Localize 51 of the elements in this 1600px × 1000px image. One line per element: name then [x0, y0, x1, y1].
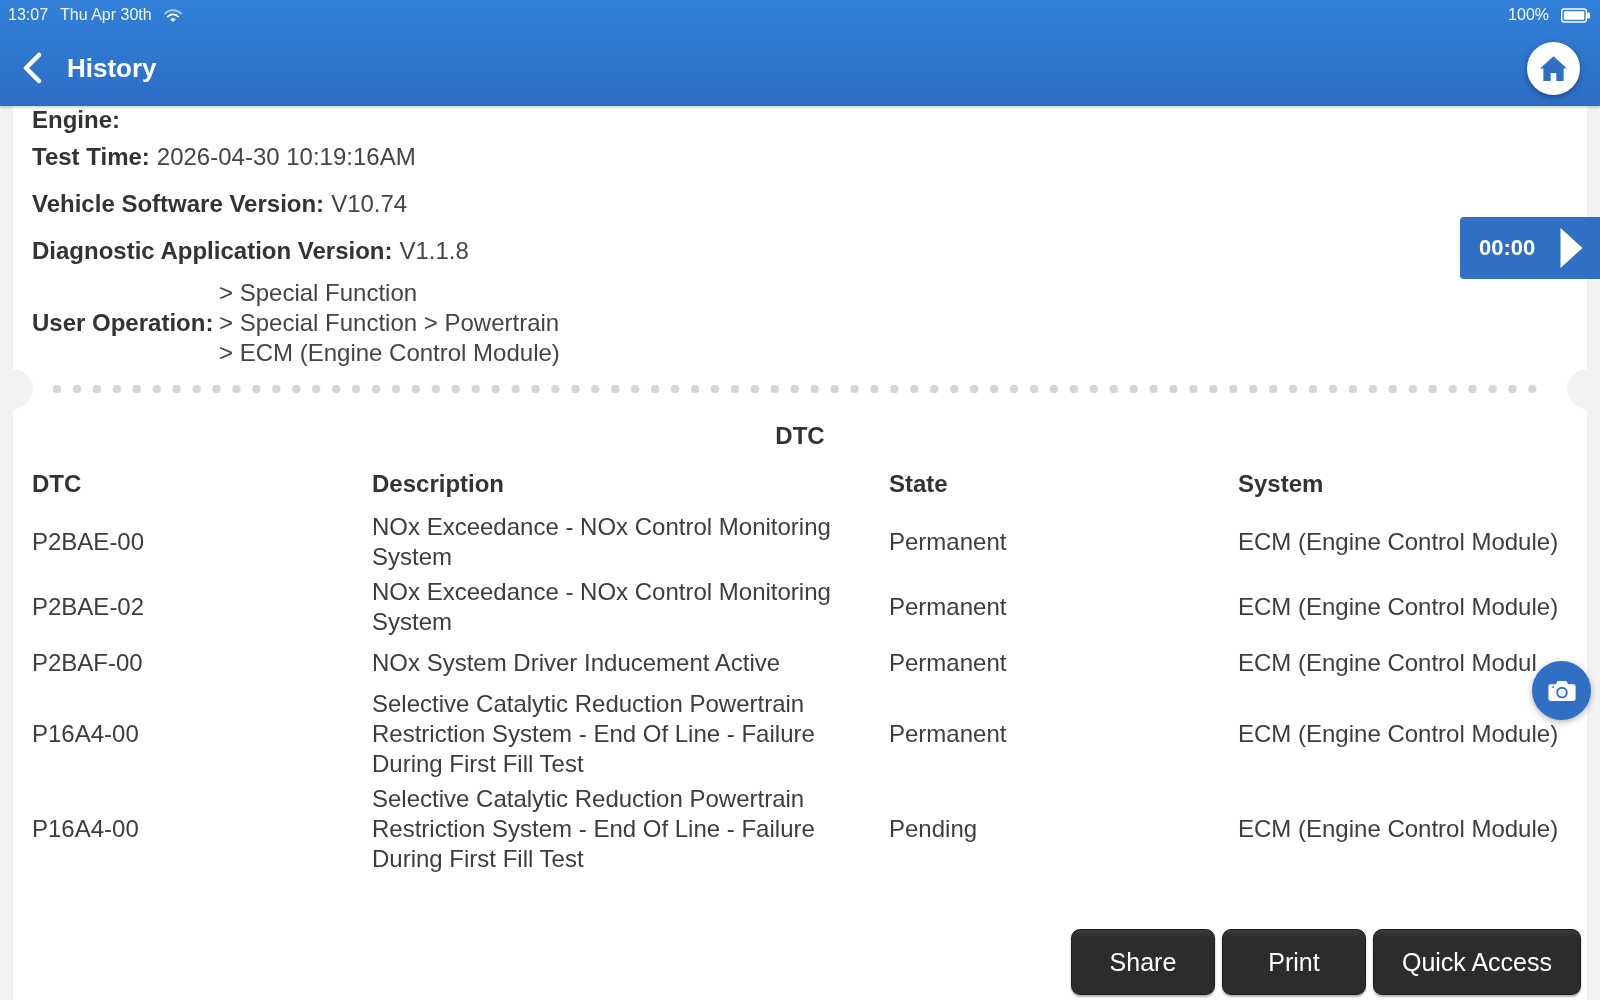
- battery-percent: 100%: [1508, 6, 1549, 24]
- table-cell: P16A4-00: [32, 814, 139, 844]
- status-date: Thu Apr 30th: [60, 6, 152, 24]
- column-header: System: [1238, 469, 1325, 499]
- field-label: Engine:: [32, 105, 120, 134]
- table-cell: ECM (Engine Control Module): [1238, 527, 1559, 557]
- operation-step: > ECM (Engine Control Module): [219, 338, 560, 368]
- table-cell: ECM (Engine Control Modul: [1238, 648, 1537, 678]
- action-button[interactable]: Quick Access: [1372, 929, 1581, 995]
- column-header: DTC: [32, 469, 83, 499]
- chevron-left-icon: [22, 52, 42, 84]
- table-title: DTC: [774, 421, 826, 451]
- field-label: Vehicle Software Version:: [32, 189, 325, 218]
- table-cell: P16A4-00: [32, 719, 139, 749]
- table-cell: Permanent: [889, 648, 1007, 678]
- table-cell-text: Selective Catalytic Reduction Powertrain Restriction System - End Of Line - Failure During First Fill Test: [372, 784, 816, 874]
- table-cell: ECM (Engine Control Module): [1238, 719, 1559, 749]
- action-button[interactable]: Share: [1070, 929, 1215, 995]
- field-value: V10.74: [331, 189, 408, 218]
- table-cell: Permanent: [889, 527, 1007, 557]
- field-label: Test Time:: [32, 142, 150, 171]
- table-cell: NOx System Driver Inducement Active: [372, 648, 781, 678]
- field-label: User Operation:: [32, 309, 215, 337]
- field-label: Diagnostic Application Version:: [32, 236, 393, 265]
- table-cell-text: NOx Exceedance - NOx Control Monitoring System: [372, 577, 832, 637]
- play-icon: [1560, 228, 1583, 268]
- operation-step: > Special Function > Powertrain: [219, 308, 560, 338]
- status-time: 13:07: [8, 6, 49, 24]
- field-value: 2026-04-30 10:19:16AM: [156, 142, 416, 171]
- table-cell: Permanent: [889, 719, 1007, 749]
- home-button[interactable]: [1527, 41, 1580, 95]
- field-value: V1.1.8: [399, 236, 469, 265]
- house-icon: [1540, 55, 1567, 81]
- table-cell: Permanent: [889, 592, 1007, 622]
- operation-step: > Special Function: [219, 278, 560, 308]
- table-cell: P2BAE-00: [32, 527, 145, 557]
- camera-icon: [1547, 679, 1576, 702]
- table-cell: P2BAF-00: [32, 648, 143, 678]
- table-cell: ECM (Engine Control Module): [1238, 814, 1559, 844]
- table-cell: ECM (Engine Control Module): [1238, 592, 1559, 622]
- action-button[interactable]: Print: [1221, 929, 1366, 995]
- column-header: State: [889, 469, 949, 499]
- table-cell-text: NOx Exceedance - NOx Control Monitoring System: [372, 512, 832, 572]
- table-cell: Pending: [889, 814, 978, 844]
- battery-icon: [1561, 7, 1590, 23]
- wifi-icon: [163, 8, 182, 22]
- page-title: History: [67, 52, 157, 84]
- column-header: Description: [372, 469, 506, 499]
- playback-button[interactable]: 00:00: [1460, 217, 1600, 279]
- table-cell-text: Selective Catalytic Reduction Powertrain Restriction System - End Of Line - Failure During First Fill Test: [372, 689, 816, 779]
- table-cell: P2BAE-02: [32, 592, 145, 622]
